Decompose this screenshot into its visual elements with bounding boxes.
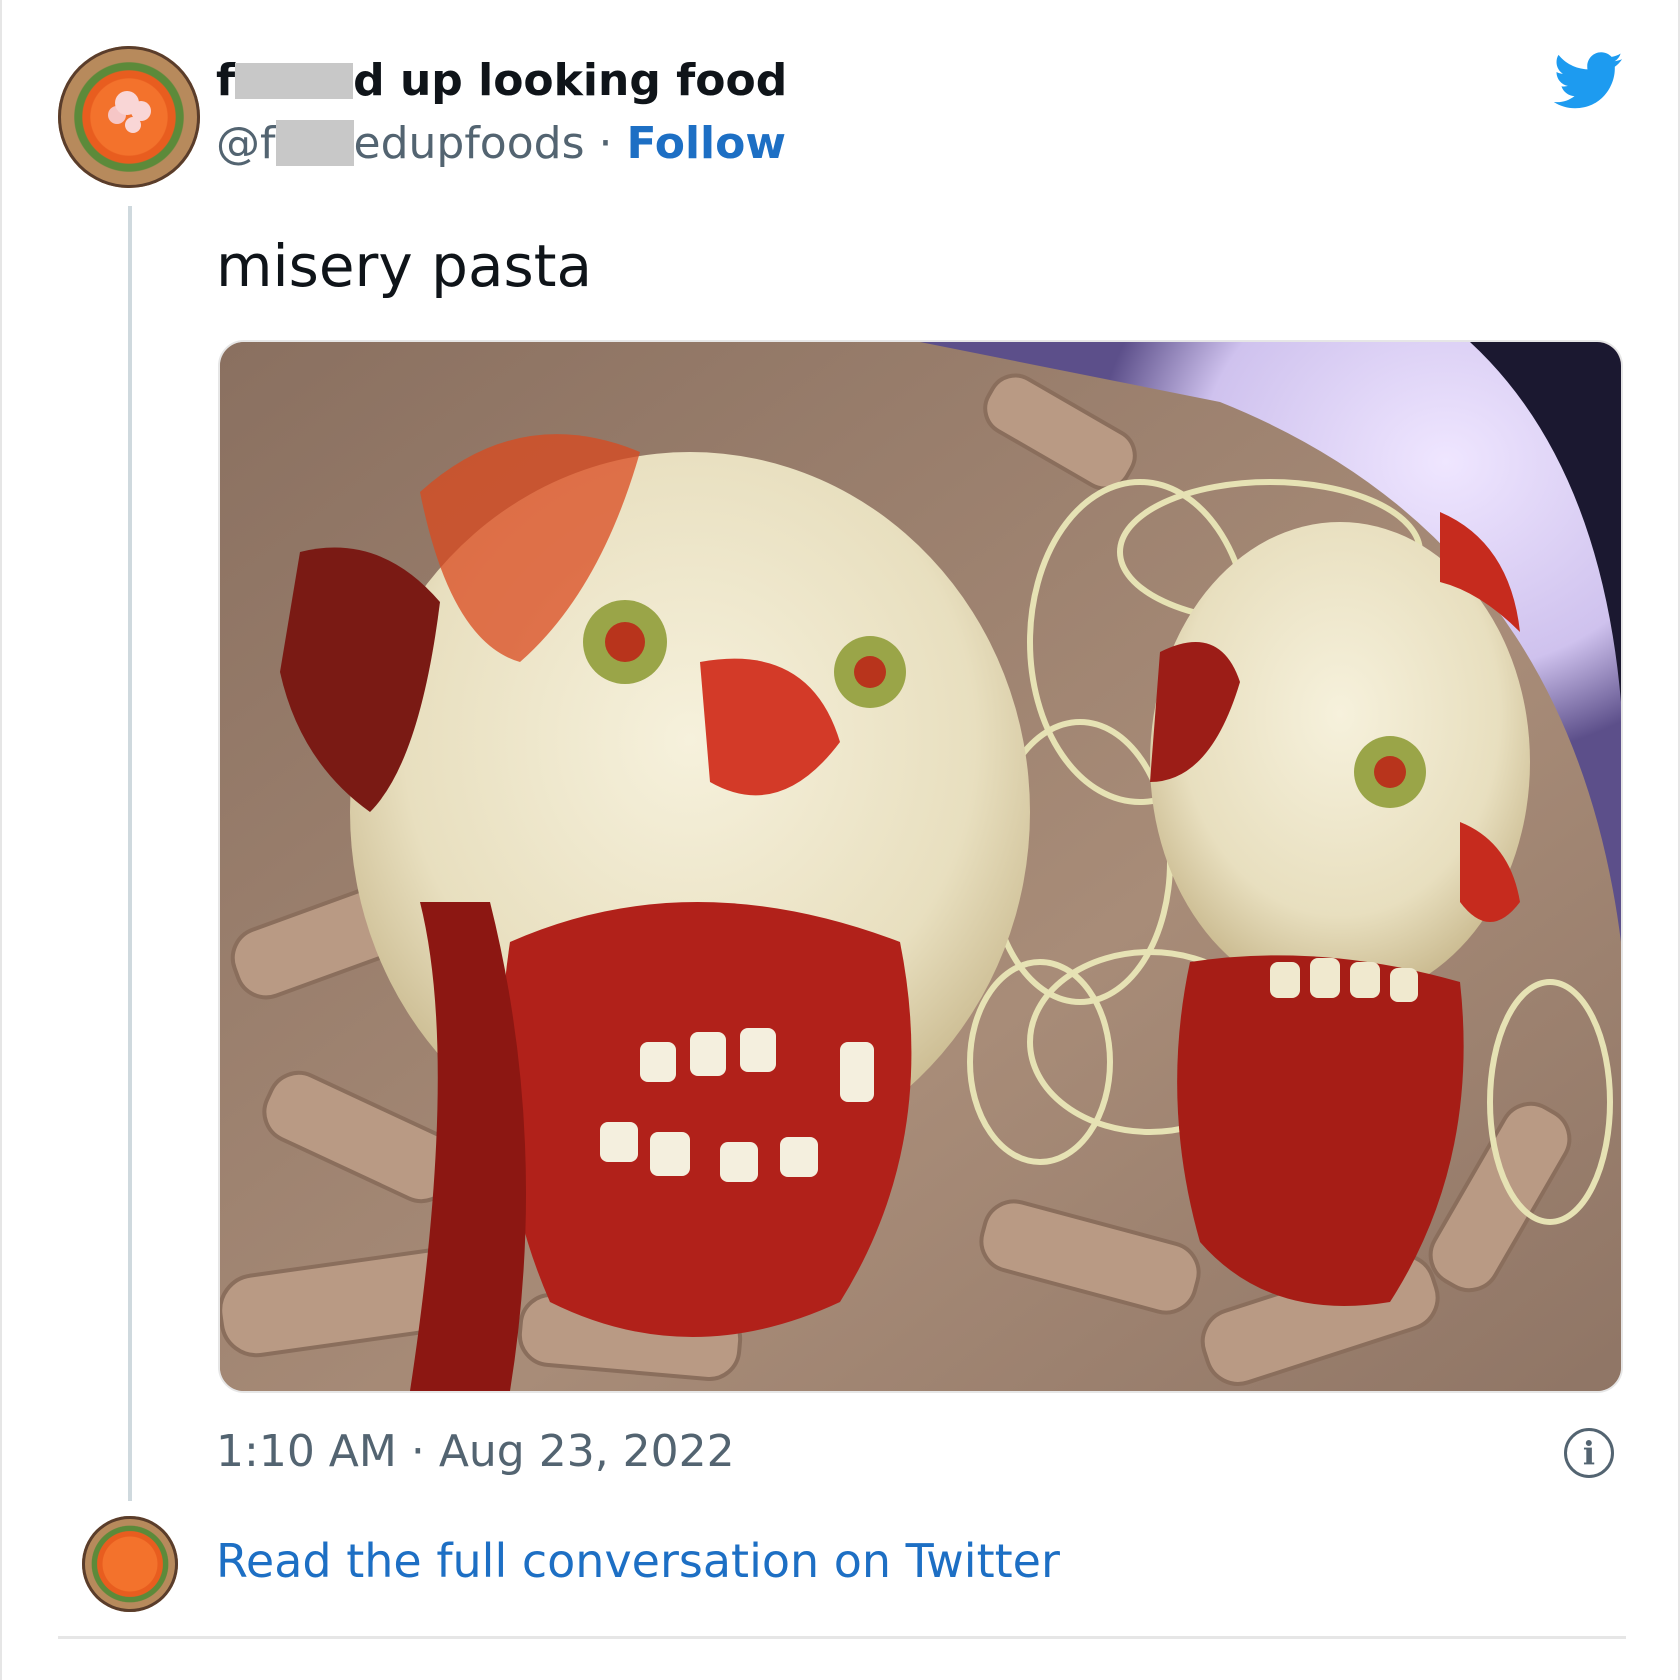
handle-row: @f edupfoods · Follow (216, 118, 786, 169)
tweet-text: misery pasta (216, 232, 592, 300)
tweet-photo[interactable] (218, 340, 1623, 1393)
profile-avatar[interactable] (58, 46, 200, 188)
pasta-photo-illustration (220, 342, 1621, 1391)
tweet-timestamp[interactable]: 1:10 AM · Aug 23, 2022 (216, 1426, 735, 1477)
profile-avatar-small[interactable] (82, 1516, 178, 1612)
censor-block (275, 120, 354, 166)
twitter-bird-icon[interactable] (1554, 52, 1624, 110)
separator: · (584, 118, 627, 169)
display-name[interactable]: f d up looking food (216, 55, 787, 106)
censor-block (235, 63, 354, 99)
follow-link[interactable]: Follow (626, 118, 786, 169)
thread-line (128, 206, 132, 1501)
handle-suffix[interactable]: edupfoods (354, 118, 585, 169)
tweet-embed-card: fd up looking food @f edupfoods · Follow … (0, 0, 1680, 1680)
handle-prefix[interactable]: @f (216, 118, 276, 169)
info-icon[interactable]: i (1564, 1428, 1614, 1478)
display-name-prefix: f (216, 55, 236, 106)
read-full-conversation-link[interactable]: Read the full conversation on Twitter (216, 1534, 1060, 1588)
avatar-food-detail (114, 91, 139, 116)
divider (58, 1636, 1626, 1639)
display-name-suffix: d up looking food (353, 55, 788, 106)
